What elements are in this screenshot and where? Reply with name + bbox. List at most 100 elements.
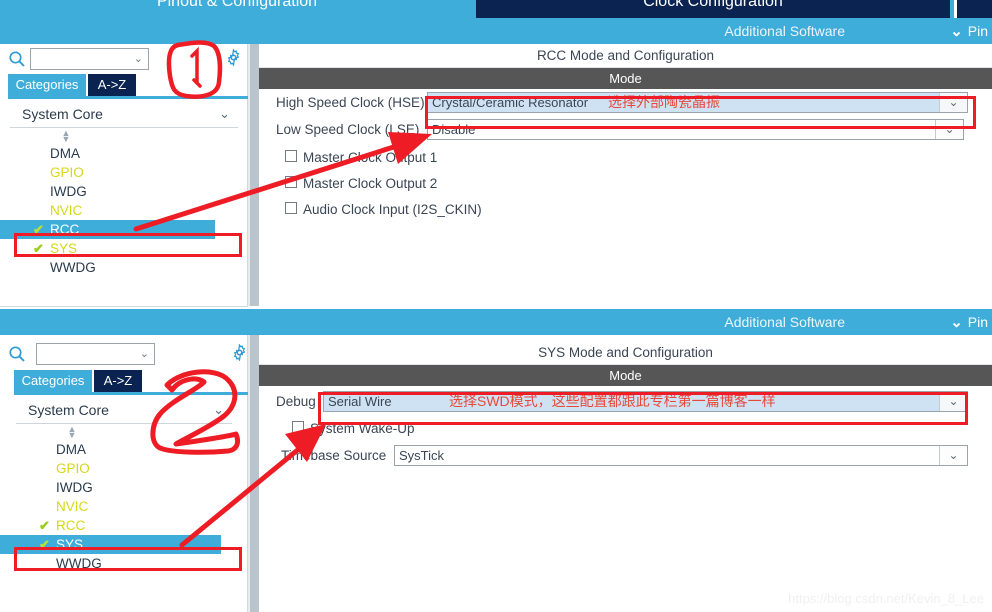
panel2-mode-header: Mode: [259, 365, 992, 386]
chevron-down-icon: ⌄: [950, 314, 963, 331]
panel2-additional-software-label[interactable]: Additional Software: [0, 309, 845, 335]
panel2-tab-categories[interactable]: Categories: [14, 370, 92, 392]
panel2-timebase-label: Timebase Source: [281, 448, 387, 463]
panel2-row-system-wakeup: System Wake-Up: [292, 416, 992, 442]
panel2-group-label: System Core: [28, 402, 109, 418]
panel1-tree-item-sys[interactable]: ✔ SYS: [0, 239, 248, 258]
panel1-tree-item-rcc-label: RCC: [50, 222, 80, 237]
panel2-tree: System Core ⌄ ▲ ▼ DMA GPIO IWDG NVIC ✔ RC…: [0, 396, 248, 612]
spinner-up-down-icon[interactable]: ▲ ▼: [66, 425, 78, 440]
panel2-debug-combo[interactable]: Serial Wire 选择SWD模式，这些配置都跟此专栏第一篇博客一样 ⌄: [323, 391, 968, 412]
gear-icon[interactable]: [231, 344, 248, 361]
chevron-down-icon[interactable]: ⌄: [935, 120, 963, 139]
panel2-debug-value: Serial Wire: [328, 394, 392, 409]
panel2-timebase-combo[interactable]: SysTick ⌄: [394, 445, 968, 466]
chevron-down-icon[interactable]: ⌄: [939, 93, 967, 112]
panel1-search-box[interactable]: ⌄: [30, 48, 149, 70]
panel2-tree-item-rcc-label: RCC: [56, 518, 86, 533]
panel2-search-row: ⌄: [0, 339, 248, 369]
check-icon: ✔: [39, 518, 50, 533]
panel2-system-wakeup-checkbox[interactable]: [292, 421, 304, 433]
panel1-tree-item-iwdg[interactable]: IWDG: [0, 182, 248, 201]
panel1-hse-value: Crystal/Ceramic Resonator: [432, 95, 589, 110]
gear-icon[interactable]: [225, 49, 242, 66]
panel2-search-chevron-down-icon[interactable]: ⌄: [140, 347, 149, 360]
panel1-mco2-label: Master Clock Output 2: [303, 176, 438, 191]
panel2-tree-item-gpio[interactable]: GPIO: [0, 459, 248, 478]
panel1-row-mco2: Master Clock Output 2: [285, 171, 992, 197]
panel2-tree-item-nvic[interactable]: NVIC: [0, 497, 248, 516]
panel1-search-input[interactable]: [34, 51, 134, 68]
panel1-mco1-checkbox[interactable]: [285, 150, 297, 162]
panel1-group-system-core[interactable]: System Core ⌄: [10, 100, 238, 128]
panel1-mco2-checkbox[interactable]: [285, 176, 297, 188]
panel1-lse-combo[interactable]: Disable ⌄: [427, 119, 964, 140]
panel2-group-system-core[interactable]: System Core ⌄: [16, 396, 232, 424]
panel2-tree-item-iwdg[interactable]: IWDG: [0, 478, 248, 497]
chevron-down-icon[interactable]: ⌄: [219, 100, 230, 128]
panel1-tree-item-dma[interactable]: DMA: [0, 144, 248, 163]
panel2-pinout-menu-label: Pin: [967, 314, 988, 330]
panel2-tree-item-sys[interactable]: ✔ SYS: [0, 535, 221, 554]
panel1-tree-item-sys-label: SYS: [50, 241, 78, 256]
spinner-up-down-icon[interactable]: ▲ ▼: [60, 129, 72, 144]
panel1-hse-combo[interactable]: Crystal/Ceramic Resonator 选择外部陶瓷晶振 ⌄: [427, 92, 968, 113]
panel2-timebase-value: SysTick: [399, 448, 445, 463]
panel1-row-hse: High Speed Clock (HSE) Crystal/Ceramic R…: [259, 89, 992, 116]
panel1-tree-item-gpio[interactable]: GPIO: [0, 163, 248, 182]
panel1-splitter[interactable]: [248, 44, 259, 306]
search-icon[interactable]: [8, 345, 26, 363]
panel1-additional-software-label[interactable]: Additional Software: [0, 18, 845, 44]
chevron-down-icon[interactable]: ⌄: [939, 392, 967, 411]
search-icon[interactable]: [8, 50, 26, 68]
panel1-hse-label: High Speed Clock (HSE): [276, 95, 425, 110]
panel-sys: ⌄ Categories A->Z System Core ⌄ ▲ ▼ DMA …: [0, 335, 992, 612]
panel1-subheader-bar: Additional Software ⌄ Pin: [0, 18, 992, 44]
panel2-tree-item-dma[interactable]: DMA: [0, 440, 248, 459]
watermark-url: https://blog.csdn.net/Kevin_8_Lee: [788, 591, 984, 606]
panel2-splitter[interactable]: [248, 335, 259, 612]
panel1-pinout-menu-label: Pin: [967, 23, 988, 39]
panel1-tree-item-nvic[interactable]: NVIC: [0, 201, 248, 220]
panel1-hse-annotation-note: 选择外部陶瓷晶振: [608, 94, 720, 110]
panel2-debug-annotation-note: 选择SWD模式，这些配置都跟此专栏第一篇博客一样: [449, 393, 776, 409]
chevron-down-icon[interactable]: ⌄: [213, 396, 224, 424]
panel2-component-tree: ⌄ Categories A->Z System Core ⌄ ▲ ▼ DMA …: [0, 335, 248, 612]
panel1-mode-header: Mode: [259, 68, 992, 89]
panel2-debug-label: Debug: [276, 394, 316, 409]
panel2-search-input[interactable]: [40, 346, 140, 363]
panel1-form: High Speed Clock (HSE) Crystal/Ceramic R…: [259, 89, 992, 223]
panel2-search-box[interactable]: ⌄: [36, 343, 155, 365]
panel2-category-tabs: Categories A->Z: [0, 370, 248, 392]
panel2-tree-item-sys-label: SYS: [56, 537, 84, 552]
panel2-subheader-bar: Additional Software ⌄ Pin: [0, 309, 992, 335]
tab-pinout-configuration[interactable]: Pinout & Configuration: [0, 0, 474, 18]
panel1-scroll-spinner[interactable]: ▲ ▼: [0, 128, 248, 144]
panel1-tab-categories[interactable]: Categories: [8, 74, 86, 96]
chevron-down-icon[interactable]: ⌄: [939, 446, 967, 465]
panel1-configuration: RCC Mode and Configuration Mode High Spe…: [259, 44, 992, 306]
panel2-tree-item-wwdg[interactable]: WWDG: [0, 554, 248, 573]
panel1-pinout-menu[interactable]: ⌄ Pin: [950, 18, 988, 44]
panel1-category-tabs: Categories A->Z: [0, 74, 248, 96]
tab-clock-configuration[interactable]: Clock Configuration: [476, 0, 950, 18]
panel1-tab-a-to-z[interactable]: A->Z: [88, 74, 136, 96]
panel1-mco1-label: Master Clock Output 1: [303, 150, 438, 165]
panel1-tree-item-wwdg[interactable]: WWDG: [0, 258, 248, 277]
panel1-lse-value: Disable: [432, 122, 476, 137]
panel2-tab-a-to-z[interactable]: A->Z: [94, 370, 142, 392]
check-icon: ✔: [39, 537, 50, 552]
panel1-tree: System Core ⌄ ▲ ▼ DMA GPIO IWDG NVIC ✔ RC…: [0, 100, 248, 306]
panel2-tree-item-rcc[interactable]: ✔ RCC: [0, 516, 248, 535]
panel2-scroll-spinner[interactable]: ▲ ▼: [0, 424, 248, 440]
panel2-row-debug: Debug Serial Wire 选择SWD模式，这些配置都跟此专栏第一篇博客…: [259, 388, 992, 415]
panel1-tree-item-rcc[interactable]: ✔ RCC: [0, 220, 215, 239]
panel1-component-tree: ⌄ Categories A->Z System Core ⌄ ▲ ▼ DMA …: [0, 44, 248, 306]
tab-overflow-area: [957, 0, 992, 18]
panel2-pinout-menu[interactable]: ⌄ Pin: [950, 309, 988, 335]
panel2-tab-underline: [14, 392, 248, 395]
panel1-search-chevron-down-icon[interactable]: ⌄: [134, 52, 143, 65]
panel1-audio-clock-checkbox[interactable]: [285, 202, 297, 214]
panel1-row-mco1: Master Clock Output 1: [285, 145, 992, 171]
panel1-lse-label: Low Speed Clock (LSE): [276, 122, 420, 137]
